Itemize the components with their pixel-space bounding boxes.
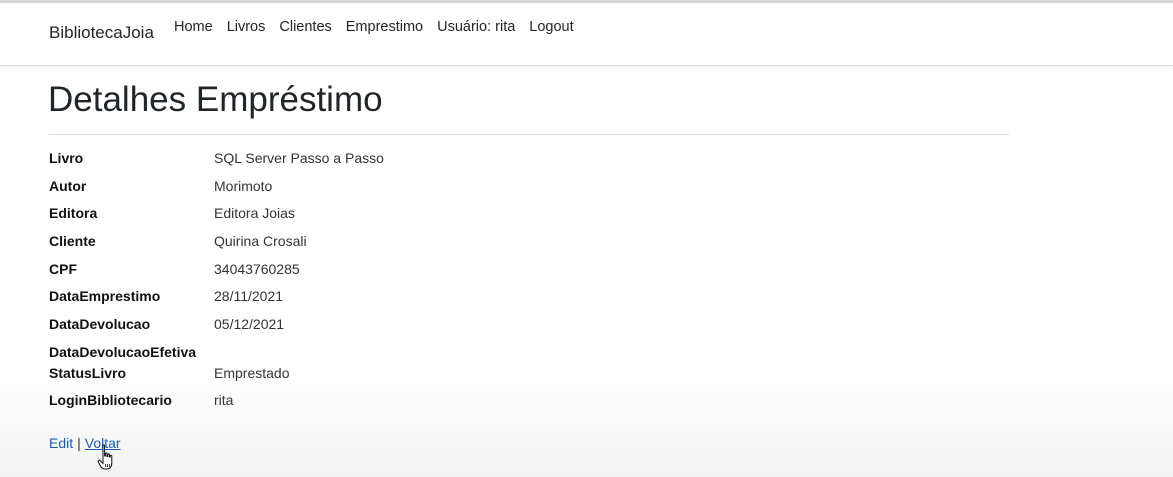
edit-link[interactable]: Edit: [49, 435, 73, 451]
detail-row-statuslivro: StatusLivro Emprestado: [49, 365, 1009, 387]
detail-label: Autor: [49, 178, 87, 194]
detail-value: Quirina Crosali: [214, 233, 307, 249]
page-title: Detalhes Empréstimo: [48, 80, 383, 119]
detail-value: Morimoto: [214, 178, 273, 194]
title-divider: [49, 134, 1009, 135]
main-nav: Home Livros Clientes Emprestimo Usuário:…: [174, 19, 588, 35]
detail-label: Editora: [49, 205, 98, 221]
action-separator: |: [77, 435, 81, 451]
detail-value: rita: [214, 392, 234, 408]
nav-item-home[interactable]: Home: [174, 19, 227, 35]
detail-value: 05/12/2021: [214, 316, 285, 332]
detail-row-cliente: Cliente Quirina Crosali: [49, 233, 1009, 255]
detail-row-cpf: CPF 34043760285: [49, 261, 1009, 283]
brand-link[interactable]: BibliotecaJoia: [49, 23, 154, 43]
detail-label: DataDevolucaoEfetiva: [49, 344, 197, 360]
detail-row-dataemprestimo: DataEmprestimo 28/11/2021: [49, 288, 1009, 310]
detail-row-datadevolucaoefetiva: DataDevolucaoEfetiva: [49, 344, 1009, 366]
page: BibliotecaJoia Home Livros Clientes Empr…: [0, 0, 1173, 477]
nav-item-user[interactable]: Usuário: rita: [437, 19, 529, 35]
detail-value: Editora Joias: [214, 205, 295, 221]
detail-label: LoginBibliotecario: [49, 392, 172, 408]
detail-value: SQL Server Passo a Passo: [214, 150, 384, 166]
nav-item-emprestimo[interactable]: Emprestimo: [346, 19, 437, 35]
hand-pointer-icon: [97, 444, 113, 470]
detail-label: Livro: [49, 150, 84, 166]
detail-row-livro: Livro SQL Server Passo a Passo: [49, 150, 1009, 172]
detail-label: DataEmprestimo: [49, 288, 161, 304]
detail-label: StatusLivro: [49, 365, 127, 381]
detail-row-datadevolucao: DataDevolucao 05/12/2021: [49, 316, 1009, 338]
detail-value: 34043760285: [214, 261, 300, 277]
detail-label: CPF: [49, 261, 77, 277]
nav-item-clientes[interactable]: Clientes: [279, 19, 345, 35]
detail-row-autor: Autor Morimoto: [49, 178, 1009, 200]
detail-row-loginbibliotecario: LoginBibliotecario rita: [49, 392, 1009, 414]
detail-row-editora: Editora Editora Joias: [49, 205, 1009, 227]
detail-label: DataDevolucao: [49, 316, 151, 332]
nav-item-livros[interactable]: Livros: [227, 19, 280, 35]
top-navbar: BibliotecaJoia Home Livros Clientes Empr…: [0, 3, 1173, 66]
nav-item-logout[interactable]: Logout: [529, 19, 587, 35]
detail-value: 28/11/2021: [214, 288, 284, 304]
detail-label: Cliente: [49, 233, 96, 249]
detail-value: Emprestado: [214, 365, 290, 381]
